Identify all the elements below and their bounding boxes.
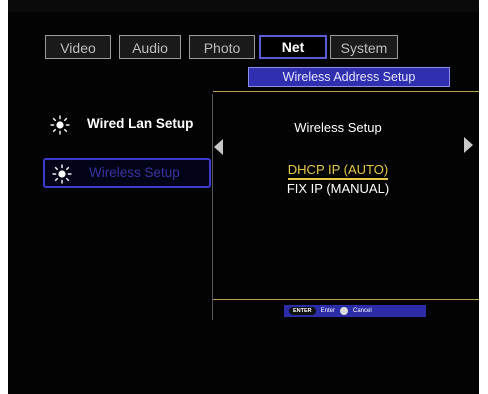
sidebar-item-label: Wireless Setup xyxy=(89,165,180,180)
sun-icon xyxy=(52,164,72,184)
option-label: DHCP IP (AUTO) xyxy=(287,162,389,180)
sidebar-item-wireless[interactable]: Wireless Setup xyxy=(43,158,211,188)
tab-video[interactable]: Video xyxy=(45,35,111,59)
header-divider xyxy=(213,91,479,92)
footer-hint: ENTER Enter Cancel xyxy=(284,305,426,317)
tv-menu-screen: Video Audio Photo Net System Wireless Ad… xyxy=(8,0,479,394)
tab-net[interactable]: Net xyxy=(259,35,327,59)
enter-key-icon: ENTER xyxy=(289,307,316,315)
arrow-left-icon[interactable] xyxy=(214,139,223,155)
sun-icon xyxy=(50,115,70,135)
tab-system[interactable]: System xyxy=(330,35,398,59)
option-dhcp[interactable]: DHCP IP (AUTO) xyxy=(238,162,438,180)
sidebar-item-wired-lan[interactable]: Wired Lan Setup xyxy=(43,111,211,141)
tab-audio[interactable]: Audio xyxy=(119,35,181,59)
panel-title: Wireless Setup xyxy=(294,120,382,135)
footer-divider xyxy=(213,299,479,300)
top-band xyxy=(8,0,479,12)
sidebar-item-label: Wired Lan Setup xyxy=(87,116,194,131)
arrow-right-icon[interactable] xyxy=(464,137,473,153)
option-fix-ip[interactable]: FIX IP (MANUAL) xyxy=(238,181,438,196)
section-header: Wireless Address Setup xyxy=(248,67,450,87)
cancel-label: Cancel xyxy=(352,308,372,314)
cancel-icon xyxy=(339,307,348,315)
tab-photo[interactable]: Photo xyxy=(189,35,255,59)
panel-divider xyxy=(212,94,213,320)
enter-label: Enter xyxy=(320,308,335,314)
option-label: FIX IP (MANUAL) xyxy=(286,181,390,196)
